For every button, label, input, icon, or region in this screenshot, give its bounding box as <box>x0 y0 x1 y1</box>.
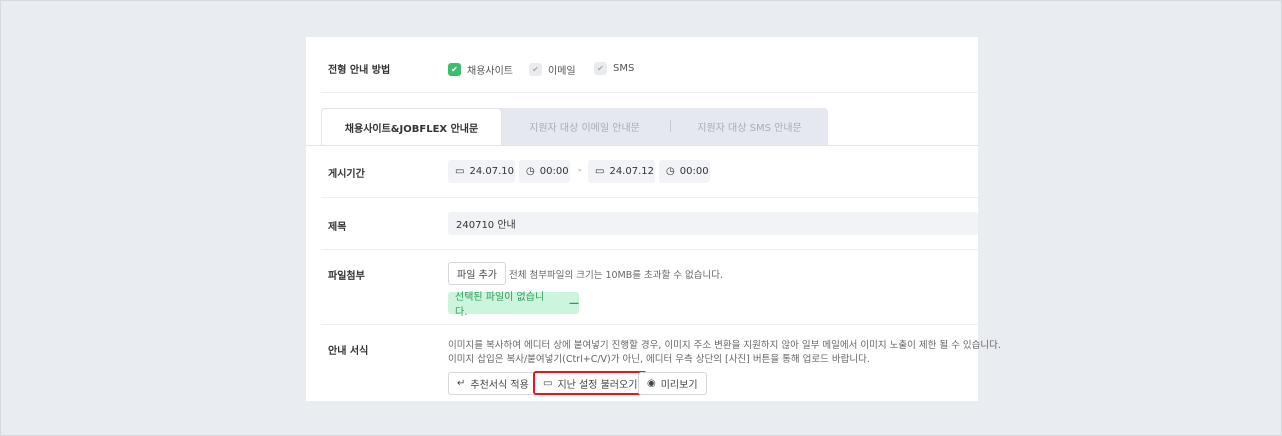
end-time-value: 00:00 <box>679 166 709 177</box>
guide-note-1: 이미지를 복사하여 에디터 상에 붙여넣기 진행할 경우, 이미지 주소 변환을… <box>448 340 1001 351</box>
start-date-value: 24.07.10 <box>469 166 514 177</box>
title-label: 제목 <box>328 222 347 233</box>
eye-icon: ◉ <box>647 378 656 389</box>
tab-recruit-site[interactable]: 채용사이트&JOBFLEX 안내문 <box>321 108 502 146</box>
guide-row: 안내 서식 이미지를 복사하여 에디터 상에 붙여넣기 진행할 경우, 이미지 … <box>321 325 1001 401</box>
checkbox-label: SMS <box>613 63 635 74</box>
calendar-icon: ▭ <box>455 166 465 177</box>
load-previous-settings-button[interactable]: ▭ 지난 설정 불러오기 <box>533 371 648 395</box>
tab-bar: 채용사이트&JOBFLEX 안내문 지원자 대상 이메일 안내문 지원자 대상 … <box>321 108 828 146</box>
attach-note: 전체 첨부파일의 크기는 10MB를 초과할 수 없습니다. <box>509 270 724 281</box>
period-label: 게시기간 <box>328 169 365 180</box>
clock-icon: ◷ <box>526 166 535 177</box>
enter-arrow-icon: ↵ <box>457 378 466 389</box>
guide-label: 안내 서식 <box>328 346 369 357</box>
period-row: 게시기간 ▭ 24.07.10 ◷ 00:00 - ▭ 24.07.12 ◷ 00:00 <box>321 146 978 198</box>
tab-email[interactable]: 지원자 대상 이메일 안내문 <box>502 108 667 145</box>
attach-label: 파일첨부 <box>328 271 365 282</box>
end-date-value: 24.07.12 <box>609 166 654 177</box>
file-list-empty: 선택된 파일이 없습니다. — <box>448 292 579 318</box>
add-file-button[interactable]: 파일 추가 <box>448 262 506 285</box>
end-date-input[interactable]: ▭ 24.07.12 <box>588 160 655 183</box>
guide-note-2: 이미지 삽입은 복사/붙여넣기(Ctrl+C/V)가 아닌, 에디터 우측 상단… <box>448 354 870 365</box>
start-time-value: 00:00 <box>539 166 569 177</box>
apply-template-button[interactable]: ↵ 추천서식 적용 <box>448 372 538 395</box>
checkbox-recruit-site[interactable]: ✔ 채용사이트 <box>448 62 513 77</box>
check-icon: ✔ <box>448 63 461 76</box>
start-date-input[interactable]: ▭ 24.07.10 <box>448 160 515 183</box>
clock-icon: ◷ <box>666 166 675 177</box>
start-time-input[interactable]: ◷ 00:00 <box>519 160 570 183</box>
checkbox-label: 채용사이트 <box>467 66 513 77</box>
notice-form: 전형 안내 방법 ✔ 채용사이트 ✔ 이메일 ✔ SMS 채용사이트&JOBFLEX … <box>306 37 1001 401</box>
checkbox-label: 이메일 <box>548 66 576 77</box>
method-label: 전형 안내 방법 <box>328 65 391 76</box>
attach-row: 파일첨부 파일 추가 전체 첨부파일의 크기는 10MB를 초과할 수 없습니다… <box>321 250 978 325</box>
minus-icon[interactable]: — <box>569 298 579 309</box>
preview-button[interactable]: ◉ 미리보기 <box>638 372 707 395</box>
button-label: 미리보기 <box>660 380 698 391</box>
button-label: 지난 설정 불러오기 <box>557 379 638 391</box>
check-icon: ✔ <box>594 62 607 75</box>
empty-file-text: 선택된 파일이 없습니다. <box>455 292 545 318</box>
folder-icon: ▭ <box>543 377 553 389</box>
method-row: 전형 안내 방법 ✔ 채용사이트 ✔ 이메일 ✔ SMS <box>321 37 978 93</box>
title-row: 제목 240710 안내 <box>321 198 978 250</box>
title-input[interactable]: 240710 안내 <box>448 212 978 235</box>
checkbox-email[interactable]: ✔ 이메일 <box>529 62 576 77</box>
check-icon: ✔ <box>529 63 542 76</box>
date-separator: - <box>578 165 582 176</box>
checkbox-sms[interactable]: ✔ SMS <box>594 62 634 75</box>
calendar-icon: ▭ <box>595 166 605 177</box>
button-label: 추천서식 적용 <box>470 380 529 391</box>
tab-sms[interactable]: 지원자 대상 SMS 안내문 <box>671 108 828 145</box>
end-time-input[interactable]: ◷ 00:00 <box>659 160 710 183</box>
